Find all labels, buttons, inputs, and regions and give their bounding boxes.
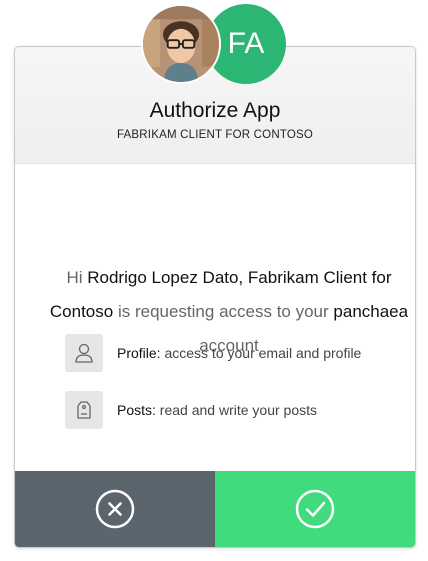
permission-label: Profile: bbox=[117, 345, 161, 361]
user-avatar bbox=[141, 4, 221, 84]
tag-icon bbox=[65, 391, 103, 429]
permission-posts: Posts: read and write your posts bbox=[65, 391, 405, 429]
client-subtitle: FABRIKAM CLIENT FOR CONTOSO bbox=[116, 129, 314, 141]
account-name: panchaea bbox=[333, 302, 409, 321]
close-circle-icon bbox=[95, 489, 135, 529]
person-icon bbox=[65, 334, 103, 372]
check-circle-icon bbox=[295, 489, 335, 529]
allow-button[interactable] bbox=[215, 471, 415, 547]
permission-label: Posts: bbox=[117, 402, 156, 418]
page-title: Authorize App bbox=[149, 99, 281, 122]
greeting-text: Hi bbox=[66, 268, 83, 287]
authorize-card: Authorize App FABRIKAM CLIENT FOR CONTOS… bbox=[14, 46, 416, 548]
user-name: Rodrigo Lopez Dato, bbox=[87, 268, 244, 287]
deny-button[interactable] bbox=[15, 471, 215, 547]
permission-profile-text: Profile: access to your email and profil… bbox=[117, 345, 361, 361]
permission-description: access to your email and profile bbox=[164, 345, 362, 361]
permission-profile: Profile: access to your email and profil… bbox=[65, 334, 405, 372]
permission-description: read and write your posts bbox=[159, 402, 317, 418]
request-text: is requesting access to your bbox=[117, 302, 329, 321]
permission-posts-text: Posts: read and write your posts bbox=[117, 402, 317, 418]
app-initials: FA bbox=[227, 27, 265, 60]
